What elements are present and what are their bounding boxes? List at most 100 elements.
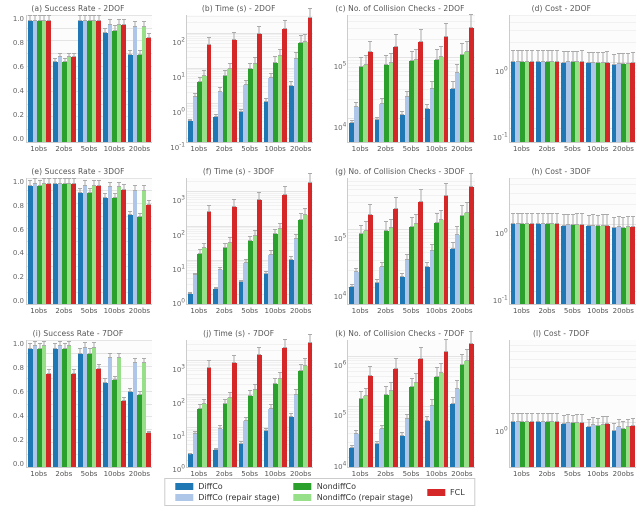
x-tick: 1obs [26,470,51,478]
bar [469,187,474,304]
bar [146,433,151,467]
y-tick: 102 [172,37,185,46]
bar-group [348,15,373,142]
x-tick: 5obs [76,145,101,153]
plot: 1.00.80.60.40.20.0 [4,178,152,306]
y-axis [487,178,509,306]
x-tick: 5obs [560,145,585,153]
bar-group [102,178,127,305]
x-tick: 1obs [509,470,534,478]
y-tick: 0.4 [4,87,24,95]
plot-area [26,178,152,306]
y-tick: 100 [495,66,508,75]
panel-l: (l) Cost - 7DOF 1001obs2obs5obs10obs20ob… [487,329,636,478]
bars [510,340,636,467]
bar [282,348,287,467]
bar-group [263,15,288,142]
y-tick: 100 [495,426,508,435]
x-tick: 2obs [534,307,559,315]
panel-c: (c) No. of Collision Checks - 2DOF 10410… [325,4,474,153]
plot: 100101102103 [164,178,313,306]
bar [282,29,287,142]
bars [187,15,313,142]
bar-group [374,15,399,142]
bar [232,207,237,304]
x-tick: 5obs [398,307,423,315]
bar [46,21,51,142]
legend-swatch [175,494,193,501]
x-tick: 10obs [262,145,287,153]
x-tick: 5obs [237,307,262,315]
bar [368,52,373,141]
legend-label: DiffCo (repair stage) [198,493,279,502]
x-tick: 10obs [585,470,610,478]
legend-swatch [294,494,312,501]
bar-group [535,15,560,142]
bar [418,359,423,467]
plot-area: 104105 [347,178,474,306]
x-tick: 10obs [102,145,127,153]
legend-swatch [294,483,312,490]
bar [605,424,610,467]
plot: 100101102103 [164,340,313,468]
bar-group [611,15,636,142]
bar [282,195,287,305]
legend-item: FCL [427,488,465,497]
bar-group [611,340,636,467]
bar-group [374,340,399,467]
plot-area: 10-1100 [509,178,636,306]
x-tick: 20obs [449,470,474,478]
bar [393,209,398,305]
y-tick: 101 [172,432,185,441]
bar-group [127,178,152,305]
bar-group [585,15,610,142]
plot: 1.00.80.60.40.20.0 [4,340,152,468]
bar-group [52,178,77,305]
bar [71,374,76,467]
x-tick: 10obs [262,470,287,478]
x-axis: 1obs2obs5obs10obs20obs [347,143,474,153]
y-tick: 104 [334,462,347,471]
x-tick: 2obs [211,470,236,478]
bar [418,202,423,304]
bar [232,40,237,141]
x-tick: 1obs [26,145,51,153]
y-axis: 1.00.80.60.40.20.0 [4,178,26,306]
legend-item: DiffCo [175,482,279,491]
bar [308,343,313,467]
panel-h: (h) Cost - 3DOF 10-11001obs2obs5obs10obs… [487,167,636,316]
legend-label: DiffCo [198,482,222,491]
x-tick: 2obs [534,470,559,478]
y-tick: 0.2 [4,273,24,281]
bar [630,426,635,467]
bar-group [560,340,585,467]
bar-group [510,340,535,467]
bar-group [399,178,424,305]
y-tick: 102 [172,230,185,239]
x-axis: 1obs2obs5obs10obs20obs [186,143,313,153]
x-tick: 5obs [560,470,585,478]
bars [510,178,636,305]
bar-group [348,340,373,467]
legend-label: NondiffCo [317,482,356,491]
y-tick: 0.0 [4,460,24,468]
x-tick: 20obs [127,307,152,315]
x-tick: 1obs [347,307,372,315]
x-tick: 1obs [509,307,534,315]
y-tick: 0.4 [4,412,24,420]
bar [555,422,560,467]
bar-group [449,340,474,467]
x-tick: 1obs [509,145,534,153]
x-tick: 5obs [237,470,262,478]
y-tick: 0.8 [4,202,24,210]
bar [393,47,398,142]
panel-title: (j) Time (s) - 7DOF [164,329,313,340]
bar-group [585,340,610,467]
y-axis: 1.00.80.60.40.20.0 [4,340,26,468]
bar [529,224,534,304]
x-tick: 10obs [102,307,127,315]
x-tick: 1obs [347,145,372,153]
bar-group [212,340,237,467]
panel-b: (b) Time (s) - 2DOF 10-11001011021obs2ob… [164,4,313,153]
bar [605,63,610,142]
